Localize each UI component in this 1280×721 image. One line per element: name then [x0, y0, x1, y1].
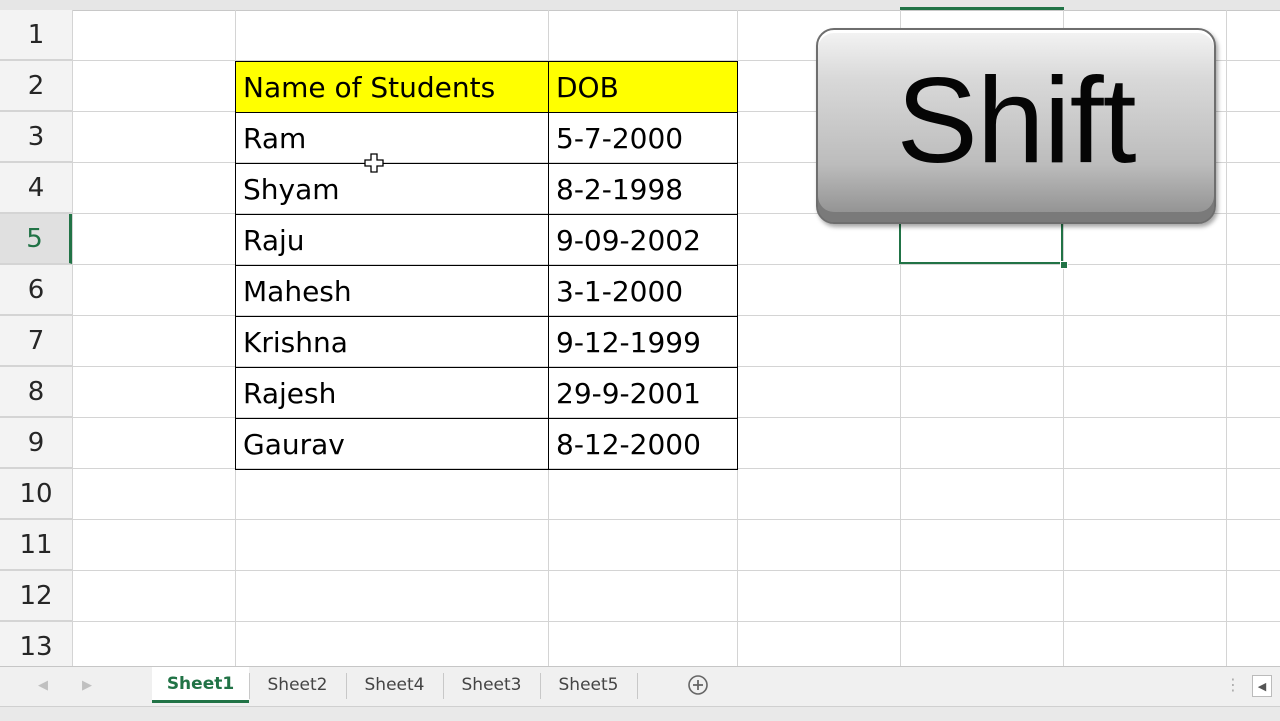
table-cell[interactable]: 5-7-2000: [548, 112, 738, 164]
column-gridline: [72, 10, 73, 666]
row-gridline: [0, 519, 1280, 520]
column-gridline: [1226, 10, 1227, 666]
tab-separator: [540, 673, 541, 699]
column-header-bar[interactable]: [0, 0, 1280, 11]
tab-separator: [249, 673, 250, 699]
table-cell[interactable]: 9-09-2002: [548, 214, 738, 266]
prev-sheet-arrow-icon[interactable]: ◀: [38, 677, 48, 693]
sheet-tab-sheet4[interactable]: Sheet4: [346, 667, 443, 703]
tab-separator: [346, 673, 347, 699]
shift-key-label: Shift: [896, 52, 1136, 188]
sheet-tab-sheet2[interactable]: Sheet2: [249, 667, 346, 703]
row-number-11[interactable]: 11: [0, 520, 72, 570]
selected-column-indicator: [900, 7, 1064, 10]
row-number-3[interactable]: 3: [0, 112, 72, 162]
row-number-10[interactable]: 10: [0, 469, 72, 519]
table-cell[interactable]: 8-12-2000: [548, 418, 738, 470]
status-bar: [0, 706, 1280, 721]
tab-separator: [637, 673, 638, 699]
shift-key-overlay: Shift: [816, 28, 1216, 224]
table-cell[interactable]: 3-1-2000: [548, 265, 738, 317]
table-header-cell[interactable]: Name of Students: [235, 61, 549, 113]
mouse-cursor-cross-icon: [364, 153, 384, 173]
row-number-9[interactable]: 9: [0, 418, 72, 468]
table-cell[interactable]: 9-12-1999: [548, 316, 738, 368]
table-header-cell[interactable]: DOB: [548, 61, 738, 113]
table-cell[interactable]: Raju: [235, 214, 549, 266]
row-gridline: [0, 621, 1280, 622]
sheet-tab-sheet5[interactable]: Sheet5: [540, 667, 637, 703]
row-number-1[interactable]: 1: [0, 10, 72, 60]
tab-split-handle-icon[interactable]: ⋮: [1225, 675, 1241, 695]
add-sheet-icon[interactable]: [687, 674, 709, 696]
table-cell[interactable]: Rajesh: [235, 367, 549, 419]
table-cell[interactable]: 29-9-2001: [548, 367, 738, 419]
row-number-6[interactable]: 6: [0, 265, 72, 315]
row-number-5[interactable]: 5: [0, 214, 72, 264]
table-cell[interactable]: Krishna: [235, 316, 549, 368]
fill-handle[interactable]: [1060, 261, 1068, 269]
row-number-7[interactable]: 7: [0, 316, 72, 366]
row-number-2[interactable]: 2: [0, 61, 72, 111]
sheet-tab-bar: ◀ ▶ Sheet1 Sheet2 Sheet4 Sheet3 Sheet5 ⋮ ◀: [0, 666, 1280, 707]
sheet-tab-sheet3[interactable]: Sheet3: [443, 667, 540, 703]
row-gridline: [0, 570, 1280, 571]
scroll-left-button[interactable]: ◀: [1252, 675, 1272, 697]
sheet-tab-sheet1[interactable]: Sheet1: [152, 667, 249, 703]
table-cell[interactable]: Ram: [235, 112, 549, 164]
row-number-4[interactable]: 4: [0, 163, 72, 213]
table-cell[interactable]: Shyam: [235, 163, 549, 215]
table-cell[interactable]: 8-2-1998: [548, 163, 738, 215]
table-cell[interactable]: Mahesh: [235, 265, 549, 317]
table-cell[interactable]: Gaurav: [235, 418, 549, 470]
row-number-12[interactable]: 12: [0, 571, 72, 621]
tab-separator: [443, 673, 444, 699]
row-number-8[interactable]: 8: [0, 367, 72, 417]
row-number-13[interactable]: 13: [0, 622, 72, 666]
next-sheet-arrow-icon[interactable]: ▶: [82, 677, 92, 693]
